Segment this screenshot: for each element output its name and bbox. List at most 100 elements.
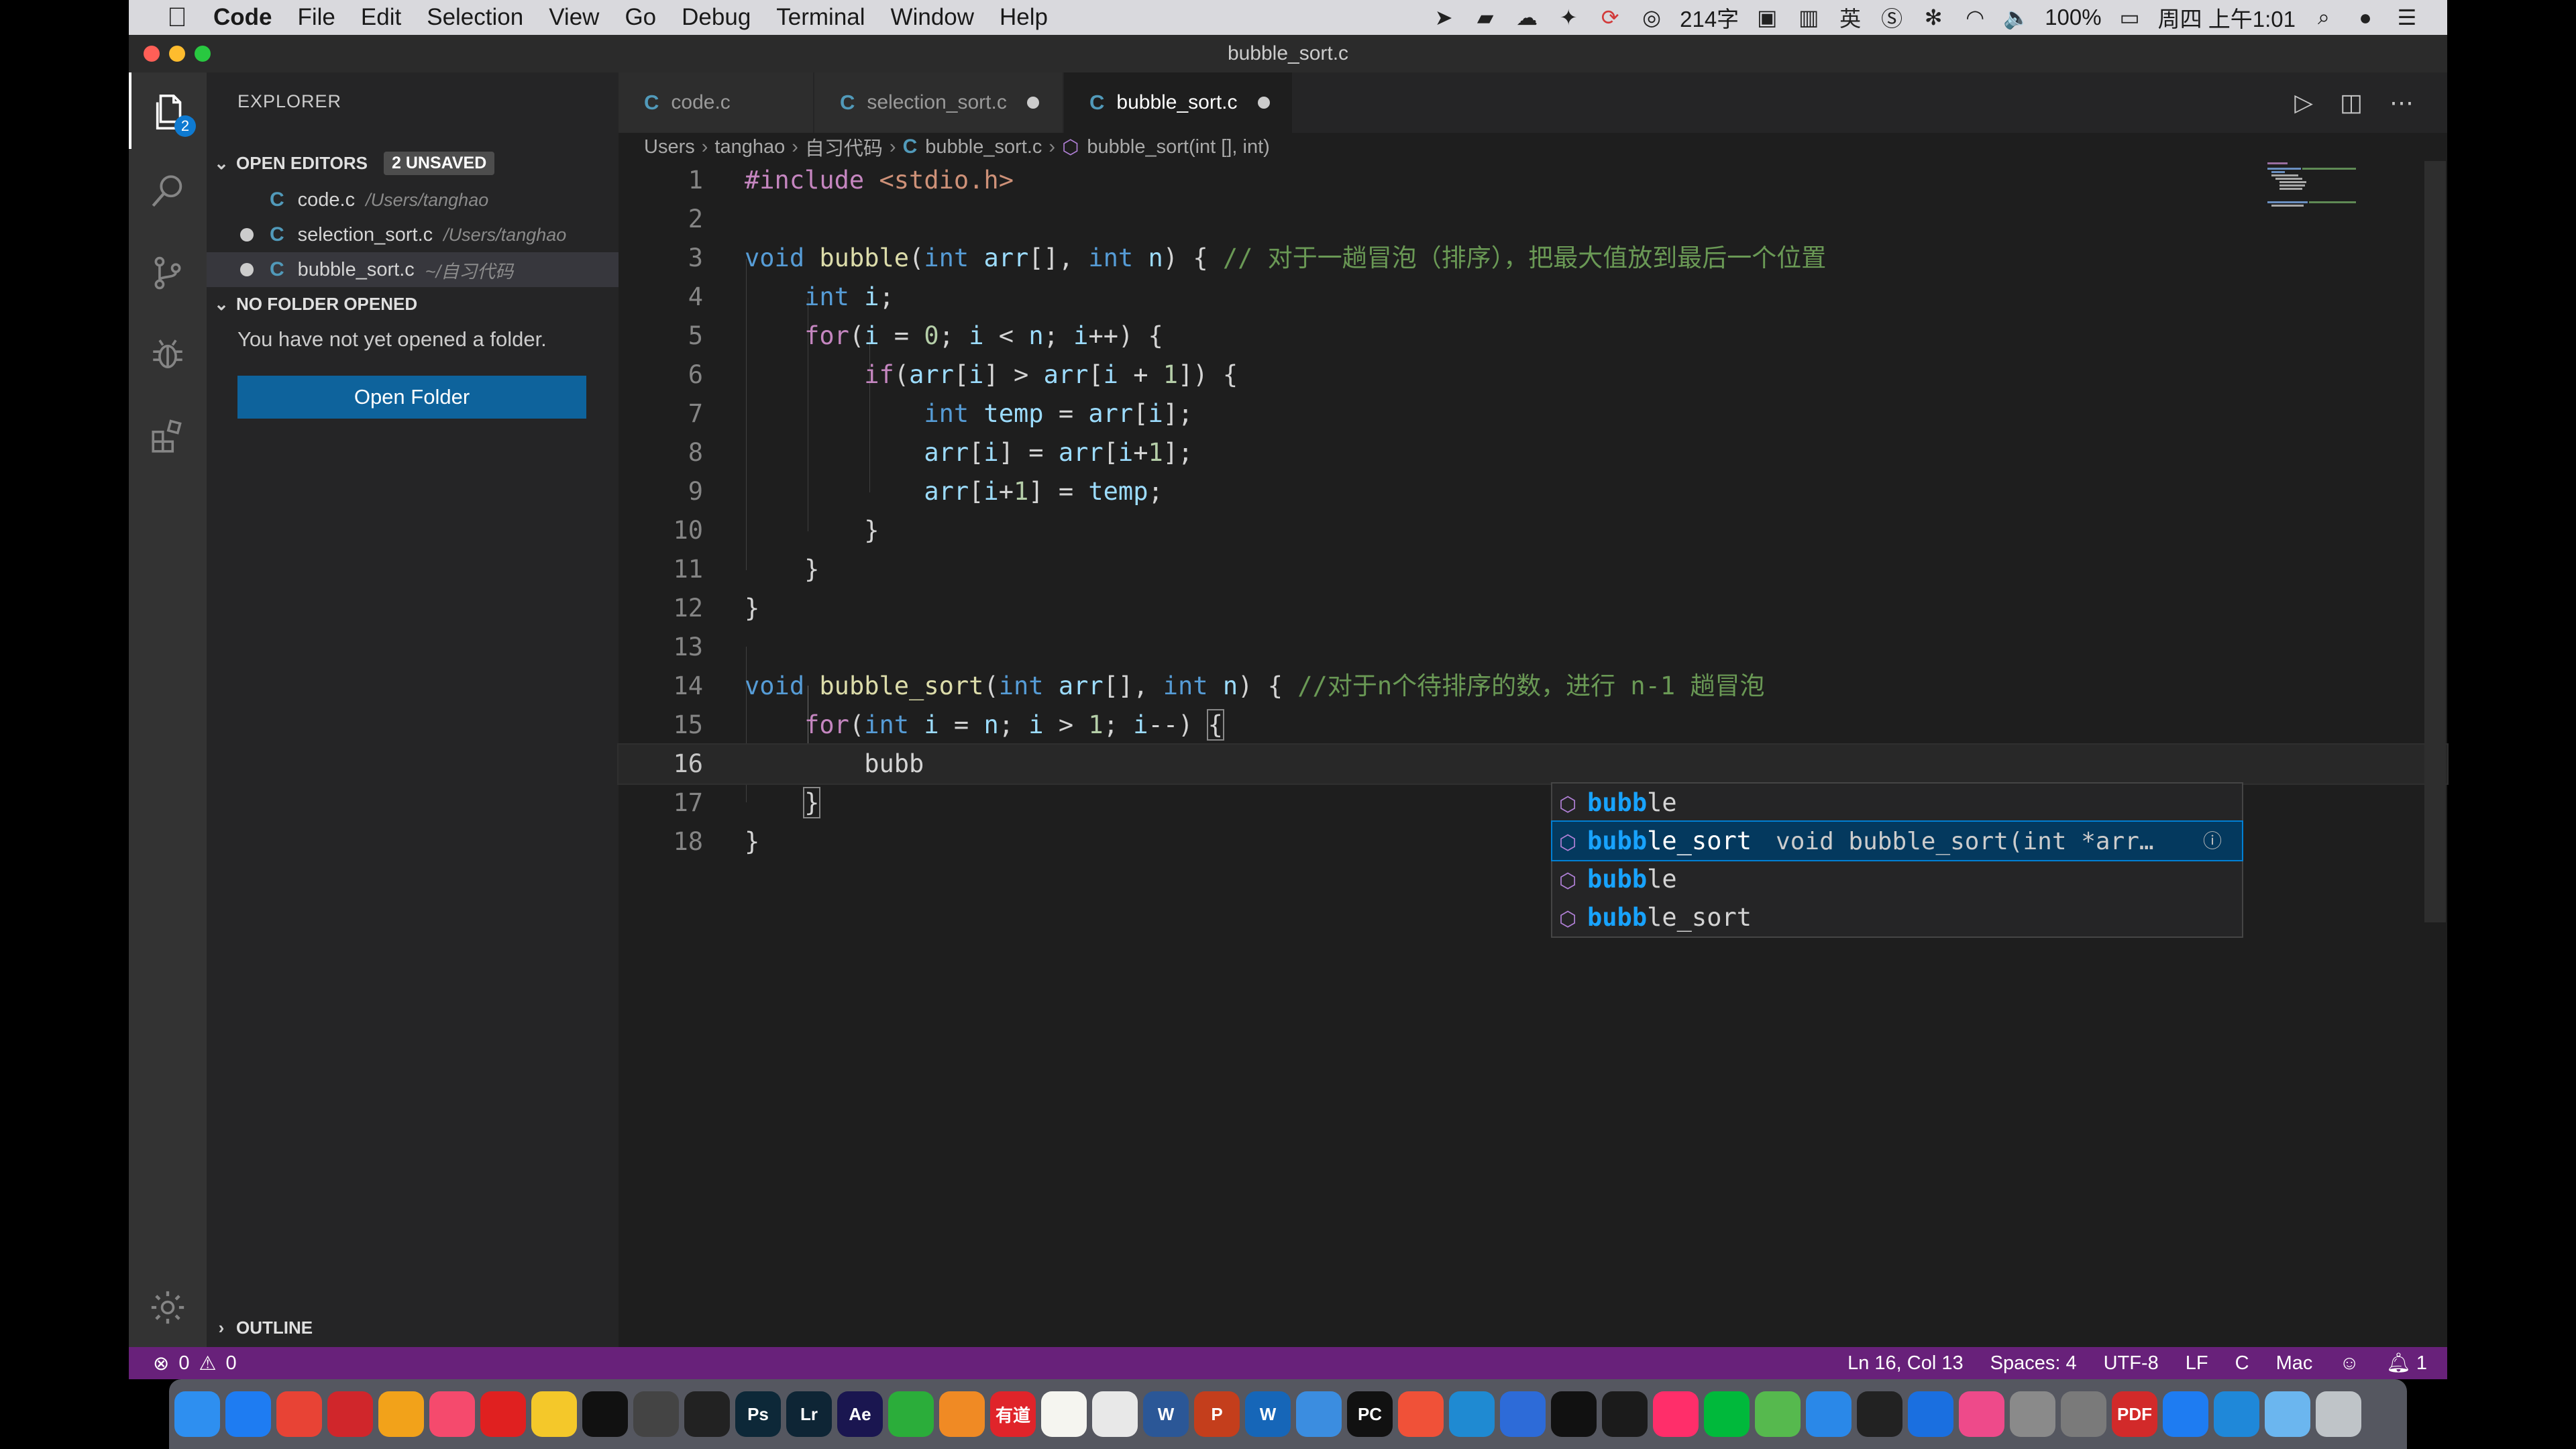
run-icon[interactable]: ▷ <box>2294 89 2313 117</box>
notifications[interactable]: 🔔︎ 1 <box>2386 1352 2427 1375</box>
dock-app-icon[interactable] <box>1398 1391 1444 1437</box>
dock-app-icon[interactable] <box>1806 1391 1851 1437</box>
dock-app-icon[interactable] <box>429 1391 475 1437</box>
split-editor-icon[interactable]: ◫ <box>2340 89 2363 117</box>
cloud-icon[interactable]: ☁ <box>1513 5 1540 30</box>
dock-app-icon[interactable] <box>1551 1391 1597 1437</box>
language-mode[interactable]: C <box>2235 1352 2249 1375</box>
dock-app-icon[interactable] <box>1653 1391 1699 1437</box>
tab-bubble-sort-c[interactable]: C bubble_sort.c <box>1064 72 1292 133</box>
source-control-button[interactable] <box>129 236 207 310</box>
clock[interactable]: 周四 上午1:01 <box>2158 1 2296 34</box>
code-line[interactable]: 6 if(arr[i] > arr[i + 1]) { <box>619 356 2447 394</box>
input-icon[interactable]: 英 <box>1837 5 1864 31</box>
menu-help[interactable]: Help <box>1000 4 1048 31</box>
qq-icon[interactable]: ◎ <box>1638 5 1665 30</box>
code-line[interactable]: 4 int i; <box>619 278 2447 317</box>
dock-app-icon[interactable]: Lr <box>786 1391 832 1437</box>
breadcrumb-item[interactable]: Users <box>644 136 695 158</box>
dock-app-icon[interactable] <box>2214 1391 2259 1437</box>
dock-app-icon[interactable] <box>2316 1391 2361 1437</box>
battery-percent[interactable]: 100% <box>2045 5 2101 30</box>
bluetooth-icon[interactable]: ✻ <box>1920 5 1947 30</box>
code-line[interactable]: 14 void bubble_sort(int arr[], int n) { /… <box>619 667 2447 706</box>
code-line[interactable]: 2 <box>619 200 2447 239</box>
wifi-icon[interactable]: ◠ <box>1962 5 1988 30</box>
search-icon[interactable]: ⌕ <box>2310 5 2337 30</box>
dock-app-icon[interactable] <box>480 1391 526 1437</box>
dock-app-icon[interactable]: PDF <box>2112 1391 2157 1437</box>
dock-app-icon[interactable] <box>276 1391 322 1437</box>
code-line[interactable]: 11 } <box>619 550 2447 589</box>
dock-app-icon[interactable] <box>1857 1391 1902 1437</box>
menu-view[interactable]: View <box>549 4 599 31</box>
battery-icon[interactable]: ▭ <box>2116 5 2143 30</box>
dock-app-icon[interactable] <box>1500 1391 1546 1437</box>
close-window-button[interactable] <box>144 46 160 62</box>
suggest-item-selected[interactable]: ⬡ bubble_sort void bubble_sort(int *arr… ⓘ <box>1551 820 2243 861</box>
code-line[interactable]: 12} <box>619 589 2447 628</box>
feedback-smiley-icon[interactable]: ☺ <box>2339 1352 2359 1375</box>
unsaved-dot-icon[interactable] <box>1257 97 1270 109</box>
code-editor[interactable]: Users › tanghao › 自习代码 › C bubble_sort.c › ⬡… <box>617 133 2449 1347</box>
problems-indicator[interactable]: ⊗ 0 ⚠ 0 <box>153 1352 237 1375</box>
volume-icon[interactable]: 🔈 <box>2003 5 2030 30</box>
cursor-position[interactable]: Ln 16, Col 13 <box>1847 1352 1964 1375</box>
debug-button[interactable] <box>129 318 207 392</box>
menu-window[interactable]: Window <box>891 4 974 31</box>
vertical-scrollbar[interactable] <box>2424 161 2446 922</box>
dock-app-icon[interactable] <box>531 1391 577 1437</box>
platform[interactable]: Mac <box>2276 1352 2313 1375</box>
info-icon[interactable]: ⓘ <box>2203 822 2222 860</box>
code-line[interactable]: 5 for(i = 0; i < n; i++) { <box>619 317 2447 356</box>
menu-go[interactable]: Go <box>625 4 656 31</box>
dock-app-icon[interactable] <box>582 1391 628 1437</box>
breadcrumb-item[interactable]: tanghao <box>714 136 785 158</box>
word-count-text[interactable]: 214字 <box>1680 1 1739 34</box>
more-actions-icon[interactable]: ⋯ <box>2390 89 2414 117</box>
current-code-line[interactable]: 16 bubb <box>617 743 2449 785</box>
suggest-item[interactable]: ⬡ bubble_sort <box>1552 898 2242 936</box>
dock-app-icon[interactable] <box>378 1391 424 1437</box>
device-icon[interactable]: ▥ <box>1795 5 1822 30</box>
menu-file[interactable]: File <box>298 4 335 31</box>
tab-code-c[interactable]: C code.c <box>619 72 813 133</box>
extensions-button[interactable] <box>129 400 207 474</box>
dock-app-icon[interactable] <box>2163 1391 2208 1437</box>
sync-icon[interactable]: ⟳ <box>1597 5 1623 30</box>
unsaved-dot-icon[interactable] <box>240 228 254 241</box>
dock-app-icon[interactable] <box>1908 1391 1953 1437</box>
dropbox-icon[interactable]: ▰ <box>1472 5 1499 30</box>
dock-app-icon[interactable] <box>1602 1391 1648 1437</box>
dock-app-icon[interactable] <box>2061 1391 2106 1437</box>
screen-icon[interactable]: ▣ <box>1754 5 1780 30</box>
encoding[interactable]: UTF-8 <box>2104 1352 2159 1375</box>
dock-app-icon[interactable]: Ae <box>837 1391 883 1437</box>
dock-app-icon[interactable] <box>1755 1391 1801 1437</box>
dock-app-icon[interactable] <box>2010 1391 2055 1437</box>
suggest-item[interactable]: ⬡ bubble <box>1552 860 2242 898</box>
dock-app-icon[interactable] <box>888 1391 934 1437</box>
suggest-item[interactable]: ⬡ bubble <box>1552 784 2242 822</box>
dock-app-icon[interactable] <box>939 1391 985 1437</box>
manage-button[interactable] <box>129 1271 207 1344</box>
minimize-window-button[interactable] <box>169 46 185 62</box>
no-folder-header[interactable]: ⌄ NO FOLDER OPENED <box>207 287 619 321</box>
dock-app-icon[interactable] <box>1041 1391 1087 1437</box>
search-view-button[interactable] <box>129 154 207 228</box>
end-of-line[interactable]: LF <box>2186 1352 2208 1375</box>
unsaved-dot-icon[interactable] <box>1026 97 1039 109</box>
dock-app-icon[interactable] <box>1449 1391 1495 1437</box>
menu-code[interactable]: Code <box>213 4 272 31</box>
suggest-widget[interactable]: ⬡ bubble ⬡ bubble_sort void bubble_sort(int… <box>1551 782 2243 938</box>
menu-terminal[interactable]: Terminal <box>776 4 865 31</box>
code-line[interactable]: 13 <box>619 628 2447 667</box>
send-icon[interactable]: ➤ <box>1430 5 1457 30</box>
bird-icon[interactable]: ✦ <box>1555 5 1582 30</box>
dock-app-icon[interactable] <box>1959 1391 2004 1437</box>
dock-app-icon[interactable] <box>1704 1391 1750 1437</box>
code-line[interactable]: 3 void bubble(int arr[], int n) { // 对于一趟… <box>619 239 2447 278</box>
code-line[interactable]: 7 int temp = arr[i]; <box>619 394 2447 433</box>
code-line[interactable]: 10 } <box>619 511 2447 550</box>
dock-app-icon[interactable] <box>684 1391 730 1437</box>
